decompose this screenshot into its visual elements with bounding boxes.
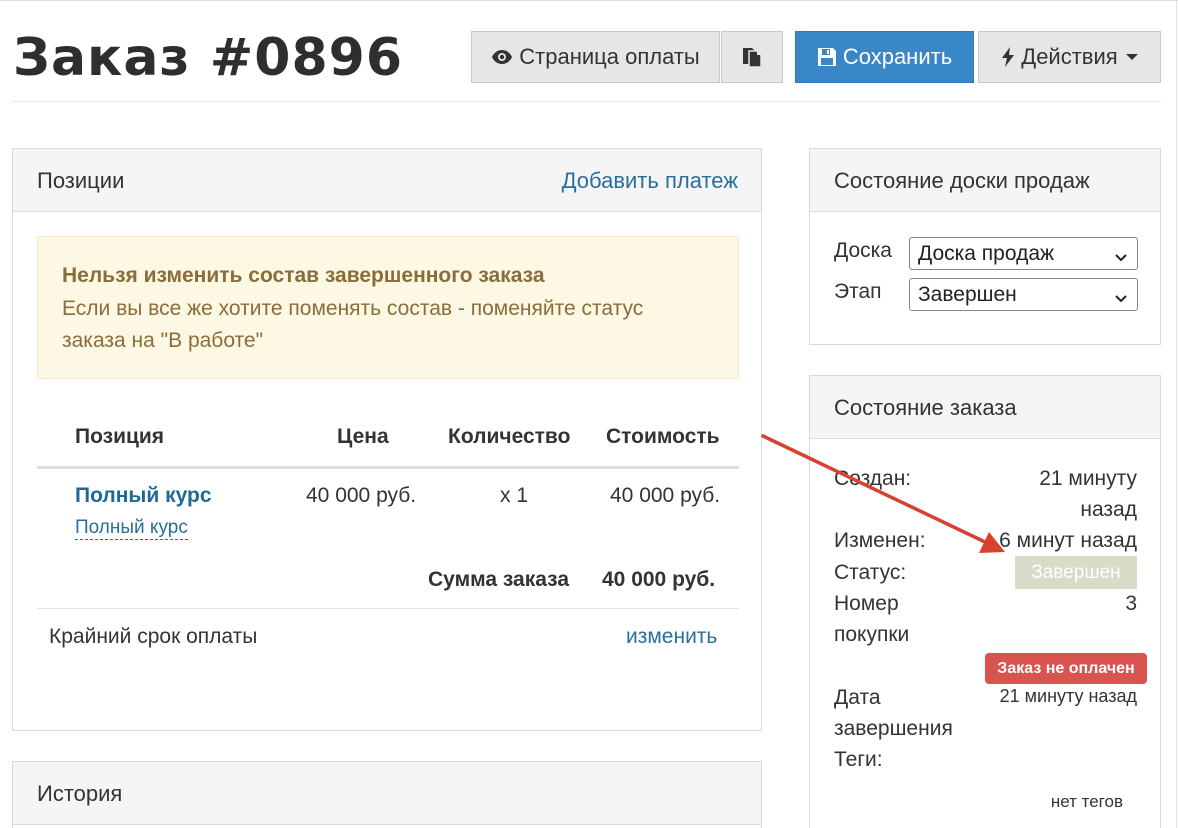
payment-deadline-label: Крайний срок оплаты — [49, 625, 258, 648]
chevron-down-icon — [1114, 247, 1128, 271]
board-select-value: Доска продаж — [918, 241, 1055, 265]
changed-value: 6 минут назад — [999, 529, 1137, 552]
completion-date-label-line-1: Дата — [834, 686, 881, 709]
stage-label: Этап — [834, 280, 882, 303]
items-panel: Позиции Добавить платеж Нельзя изменить … — [12, 148, 762, 731]
payment-page-button[interactable]: Страница оплаты — [471, 31, 720, 83]
sales-board-panel-header: Состояние доски продаж — [810, 149, 1160, 212]
lightning-bolt-icon — [1001, 47, 1015, 67]
warning-title: Нельзя изменить состав завершенного зака… — [62, 264, 545, 287]
warning-alert: Нельзя изменить состав завершенного зака… — [37, 236, 739, 379]
copy-icon — [741, 45, 763, 69]
actions-dropdown-button[interactable]: Действия — [978, 31, 1161, 83]
order-state-panel: Состояние заказа Создан: 21 минуту назад… — [809, 375, 1161, 828]
tags-label: Теги: — [834, 748, 883, 771]
sales-board-panel-title: Состояние доски продаж — [834, 168, 1090, 193]
order-state-panel-title: Состояние заказа — [834, 395, 1017, 420]
tags-value: нет тегов — [1050, 792, 1123, 811]
item-name-link[interactable]: Полный курс — [75, 484, 212, 508]
item-price: 40 000 руб. — [306, 484, 417, 507]
floppy-disk-icon — [817, 47, 837, 67]
purchase-number-label-line-1: Номер — [834, 592, 899, 615]
column-header-quantity: Количество — [448, 425, 571, 448]
stage-select[interactable]: Завершен — [909, 278, 1138, 311]
add-payment-link[interactable]: Добавить платеж — [562, 168, 738, 194]
column-header-position: Позиция — [75, 425, 165, 448]
change-deadline-link[interactable]: изменить — [626, 625, 717, 649]
purchase-number-value: 3 — [1125, 592, 1137, 615]
save-button[interactable]: Сохранить — [795, 31, 974, 83]
unpaid-badge: Заказ не оплачен — [985, 653, 1147, 684]
column-header-cost: Стоимость — [606, 425, 720, 448]
board-select[interactable]: Доска продаж — [909, 237, 1138, 270]
items-panel-header: Позиции Добавить платеж — [13, 149, 761, 212]
items-panel-title: Позиции — [37, 168, 125, 193]
warning-text: Если вы все же хотите поменять состав - … — [62, 297, 644, 352]
purchase-number-label-line-2: покупки — [834, 623, 910, 646]
order-total-value: 40 000 руб. — [602, 568, 716, 591]
right-border — [1176, 0, 1177, 828]
changed-label: Изменен: — [834, 529, 926, 552]
board-label: Доска — [834, 239, 892, 262]
column-header-price: Цена — [337, 425, 389, 448]
eye-icon — [491, 49, 513, 65]
history-panel: История — [12, 761, 762, 828]
copy-button[interactable] — [721, 31, 783, 83]
stage-select-value: Завершен — [918, 282, 1017, 306]
order-total-label: Сумма заказа — [428, 568, 570, 591]
created-value-line-1: 21 минуту — [1039, 467, 1137, 490]
order-state-panel-header: Состояние заказа — [810, 376, 1160, 439]
created-value-line-2: назад — [1080, 498, 1137, 521]
item-subname-link[interactable]: Полный курс — [75, 517, 188, 540]
completion-date-label-line-2: завершения — [834, 717, 953, 740]
total-divider — [37, 608, 739, 609]
page-title: Заказ #0896 — [13, 28, 404, 88]
caret-down-icon — [1125, 54, 1138, 60]
item-quantity: x 1 — [500, 484, 529, 507]
item-cost: 40 000 руб. — [610, 484, 721, 507]
status-label: Статус: — [834, 561, 907, 584]
top-border — [0, 0, 1178, 1]
sales-board-panel: Состояние доски продаж Доска Доска прода… — [809, 148, 1161, 345]
created-label: Создан: — [834, 467, 912, 490]
history-panel-title: История — [37, 781, 123, 806]
header-divider — [12, 101, 1161, 102]
payment-page-label: Страница оплаты — [519, 44, 700, 69]
chevron-down-icon — [1114, 288, 1128, 312]
actions-label: Действия — [1021, 44, 1118, 69]
table-header-divider — [37, 466, 739, 469]
status-badge: Завершен — [1015, 556, 1137, 589]
history-panel-header: История — [13, 762, 761, 825]
save-label: Сохранить — [842, 44, 953, 69]
completion-date-value: 21 минуту назад — [999, 686, 1137, 706]
